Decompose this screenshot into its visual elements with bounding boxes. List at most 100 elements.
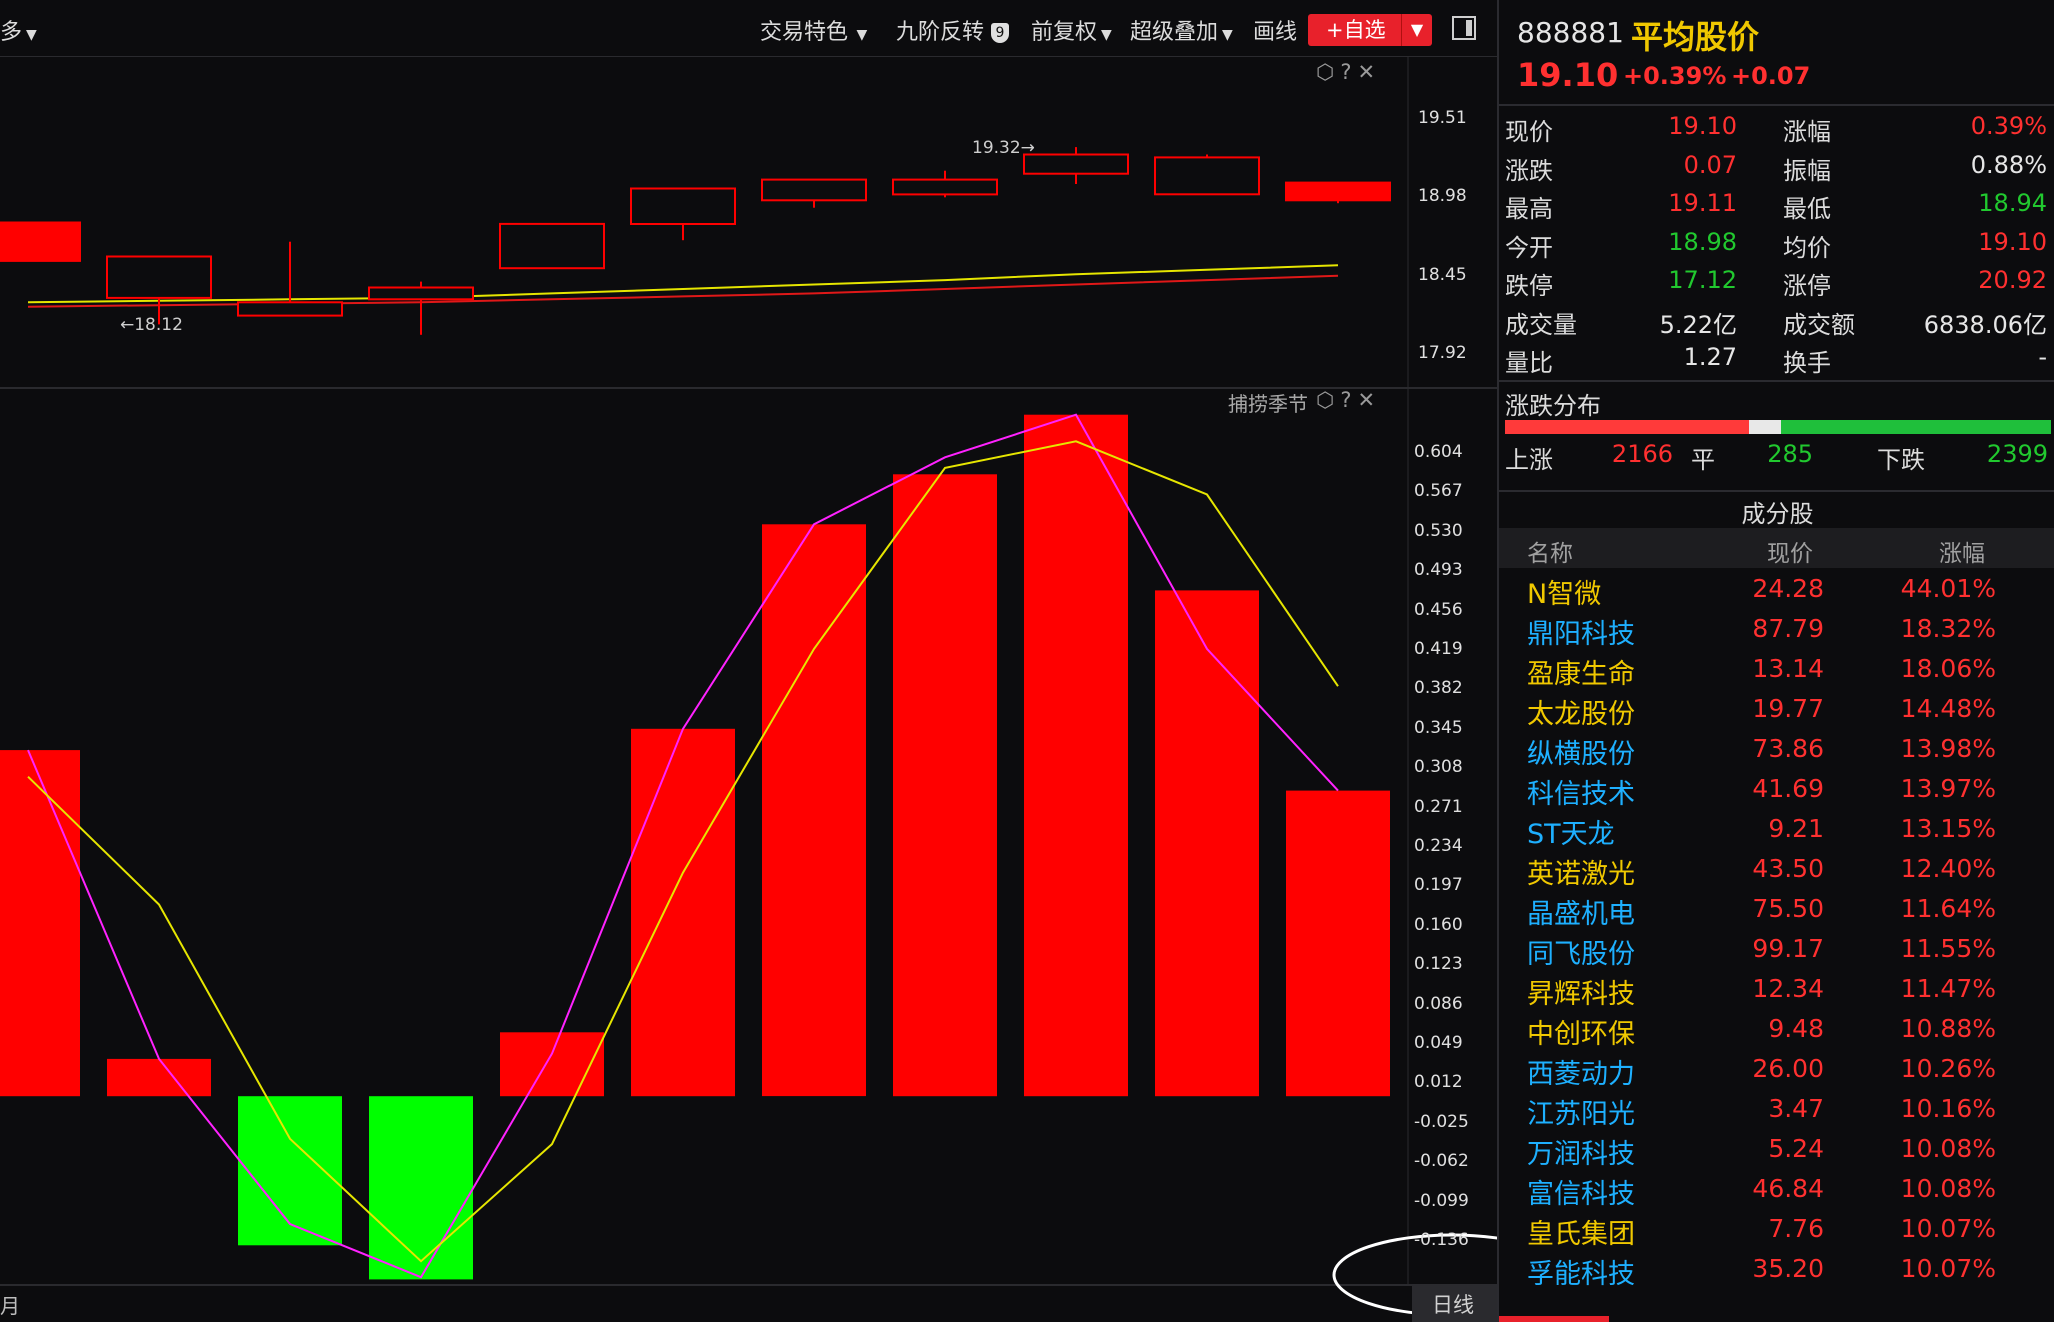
list-item[interactable]: 晶盛机电 75.50 11.64% bbox=[1499, 890, 2054, 930]
stock-row-pct: 10.08% bbox=[1900, 1174, 1996, 1203]
quote-value: 0.88% bbox=[1970, 150, 2047, 179]
list-item[interactable]: 纵横股份 73.86 13.98% bbox=[1499, 730, 2054, 770]
candle-body bbox=[368, 286, 474, 301]
close-icon[interactable]: ✕ bbox=[1358, 388, 1382, 412]
quote-label: 涨停 bbox=[1783, 272, 1831, 300]
stock-row-name: 富信科技 bbox=[1527, 1179, 1635, 1210]
stock-row-pct: 18.32% bbox=[1900, 614, 1996, 643]
indicator-name: 捕捞季节 bbox=[1228, 392, 1308, 416]
quote-label: 均价 bbox=[1783, 233, 1831, 262]
stock-row-name: 西菱动力 bbox=[1527, 1059, 1635, 1090]
bottom-date-label: 月 bbox=[0, 1294, 20, 1318]
indicator-axis-tick: 0.345 bbox=[1414, 717, 1463, 738]
list-item[interactable]: 孚能科技 35.20 10.07% bbox=[1499, 1250, 2054, 1290]
chart-canvas bbox=[0, 57, 1497, 1317]
stock-row-pct: 10.88% bbox=[1900, 1014, 1996, 1043]
stock-row-pct: 10.16% bbox=[1900, 1094, 1996, 1123]
quote-value: 0.07 bbox=[1683, 150, 1737, 179]
stock-row-pct: 11.64% bbox=[1900, 894, 1996, 923]
low-annotation: ←18.12 bbox=[120, 315, 183, 335]
stock-row-price: 9.48 bbox=[1768, 1014, 1824, 1043]
indicator-axis-tick: 0.012 bbox=[1414, 1072, 1463, 1093]
quote-value: 6838.06亿 bbox=[1923, 310, 2047, 339]
stock-row-pct: 12.40% bbox=[1900, 854, 1996, 883]
quote-value: 17.12 bbox=[1668, 266, 1737, 294]
stock-row-name: 中创环保 bbox=[1527, 1019, 1635, 1050]
list-item[interactable]: N智微 24.28 44.01% bbox=[1499, 570, 2054, 610]
candle-body bbox=[1023, 153, 1129, 175]
stock-row-name: 江苏阳光 bbox=[1527, 1099, 1635, 1130]
list-item[interactable]: 昇辉科技 12.34 11.47% bbox=[1499, 970, 2054, 1010]
list-item[interactable]: 鼎阳科技 87.79 18.32% bbox=[1499, 610, 2054, 650]
settings-icon[interactable]: ⬡ bbox=[1316, 388, 1340, 412]
breadth-down-segment bbox=[1780, 420, 2051, 434]
stock-row-pct: 13.97% bbox=[1900, 774, 1996, 803]
divider bbox=[1499, 490, 2054, 492]
list-item[interactable]: 盈康生命 13.14 18.06% bbox=[1499, 650, 2054, 690]
quote-value: 19.11 bbox=[1668, 189, 1737, 217]
indicator-bar bbox=[1155, 590, 1259, 1097]
indicator-axis-tick: 0.086 bbox=[1414, 993, 1463, 1014]
candle-body bbox=[237, 301, 343, 317]
indicator-bar bbox=[107, 1058, 211, 1097]
stock-row-price: 99.17 bbox=[1752, 934, 1824, 963]
stock-row-pct: 10.08% bbox=[1900, 1134, 1996, 1163]
header-name: 名称 bbox=[1527, 541, 1573, 567]
list-item[interactable]: 中创环保 9.48 10.88% bbox=[1499, 1010, 2054, 1050]
list-item[interactable]: 科信技术 41.69 13.97% bbox=[1499, 770, 2054, 810]
indicator-axis-tick: 0.308 bbox=[1414, 757, 1463, 778]
period-tab[interactable]: 日线 bbox=[1412, 1285, 1497, 1322]
stock-row-price: 87.79 bbox=[1752, 614, 1824, 643]
list-item[interactable]: 皇氏集团 7.76 10.07% bbox=[1499, 1210, 2054, 1250]
candle-body bbox=[892, 178, 998, 196]
stock-row-price: 7.76 bbox=[1768, 1214, 1824, 1243]
indicator-axis-tick: 0.197 bbox=[1414, 875, 1463, 896]
indicator-bar bbox=[631, 728, 735, 1097]
stock-row-price: 26.00 bbox=[1752, 1054, 1824, 1083]
quote-value: 1.27 bbox=[1683, 343, 1737, 371]
price-axis-tick: 18.45 bbox=[1418, 264, 1467, 285]
stock-row-pct: 11.55% bbox=[1900, 934, 1996, 963]
breadth-up-segment bbox=[1505, 420, 1749, 434]
stock-row-name: 太龙股份 bbox=[1527, 699, 1635, 730]
quote-value: - bbox=[2038, 343, 2047, 371]
price-axis-tick: 17.92 bbox=[1418, 343, 1467, 363]
stock-row-name: 皇氏集团 bbox=[1527, 1219, 1635, 1250]
indicator-bar bbox=[893, 474, 997, 1097]
active-tab-indicator bbox=[1499, 1316, 1609, 1322]
up-label: 上涨 bbox=[1505, 446, 1553, 474]
list-item[interactable]: 江苏阳光 3.47 10.16% bbox=[1499, 1090, 2054, 1130]
stock-row-name: 昇辉科技 bbox=[1527, 979, 1635, 1010]
stock-name: 平均股价 bbox=[1631, 18, 1760, 56]
indicator-axis-tick: -0.136 bbox=[1414, 1230, 1469, 1250]
list-item[interactable]: 同飞股份 99.17 11.55% bbox=[1499, 930, 2054, 970]
kline-group bbox=[0, 147, 1391, 335]
divider bbox=[1499, 380, 2054, 382]
indicator-bar bbox=[500, 1032, 604, 1097]
stock-code: 888881 bbox=[1517, 16, 1624, 49]
indicator-axis-tick: 0.419 bbox=[1414, 639, 1463, 659]
indicator-bar bbox=[0, 750, 80, 1097]
indicator-group bbox=[0, 413, 1390, 1280]
quote-label: 现价 bbox=[1505, 118, 1553, 146]
stock-row-name: 纵横股份 bbox=[1527, 739, 1635, 770]
stock-row-pct: 13.98% bbox=[1900, 734, 1996, 763]
indicator-panel-controls: ⬡?✕ bbox=[1316, 388, 1381, 412]
indicator-axis-tick: 0.123 bbox=[1414, 954, 1463, 975]
list-item[interactable]: 万润科技 5.24 10.08% bbox=[1499, 1130, 2054, 1170]
candle-body bbox=[1154, 156, 1260, 196]
list-item[interactable]: 富信科技 46.84 10.08% bbox=[1499, 1170, 2054, 1210]
help-icon[interactable]: ? bbox=[1340, 388, 1357, 412]
list-item[interactable]: 太龙股份 19.77 14.48% bbox=[1499, 690, 2054, 730]
indicator-bar bbox=[1286, 790, 1390, 1097]
indicator-axis-tick: -0.099 bbox=[1414, 1190, 1469, 1211]
list-item[interactable]: ST天龙 9.21 13.15% bbox=[1499, 810, 2054, 850]
down-count: 2399 bbox=[1986, 440, 2048, 468]
list-item[interactable]: 英诺激光 43.50 12.40% bbox=[1499, 850, 2054, 890]
list-item[interactable]: 西菱动力 26.00 10.26% bbox=[1499, 1050, 2054, 1090]
indicator-axis-tick: 0.604 bbox=[1414, 442, 1463, 462]
stock-row-price: 43.50 bbox=[1752, 854, 1824, 883]
stock-row-price: 24.28 bbox=[1752, 574, 1824, 603]
quote-value: 5.22亿 bbox=[1659, 310, 1737, 339]
period-tab-label: 日线 bbox=[1432, 1293, 1474, 1317]
